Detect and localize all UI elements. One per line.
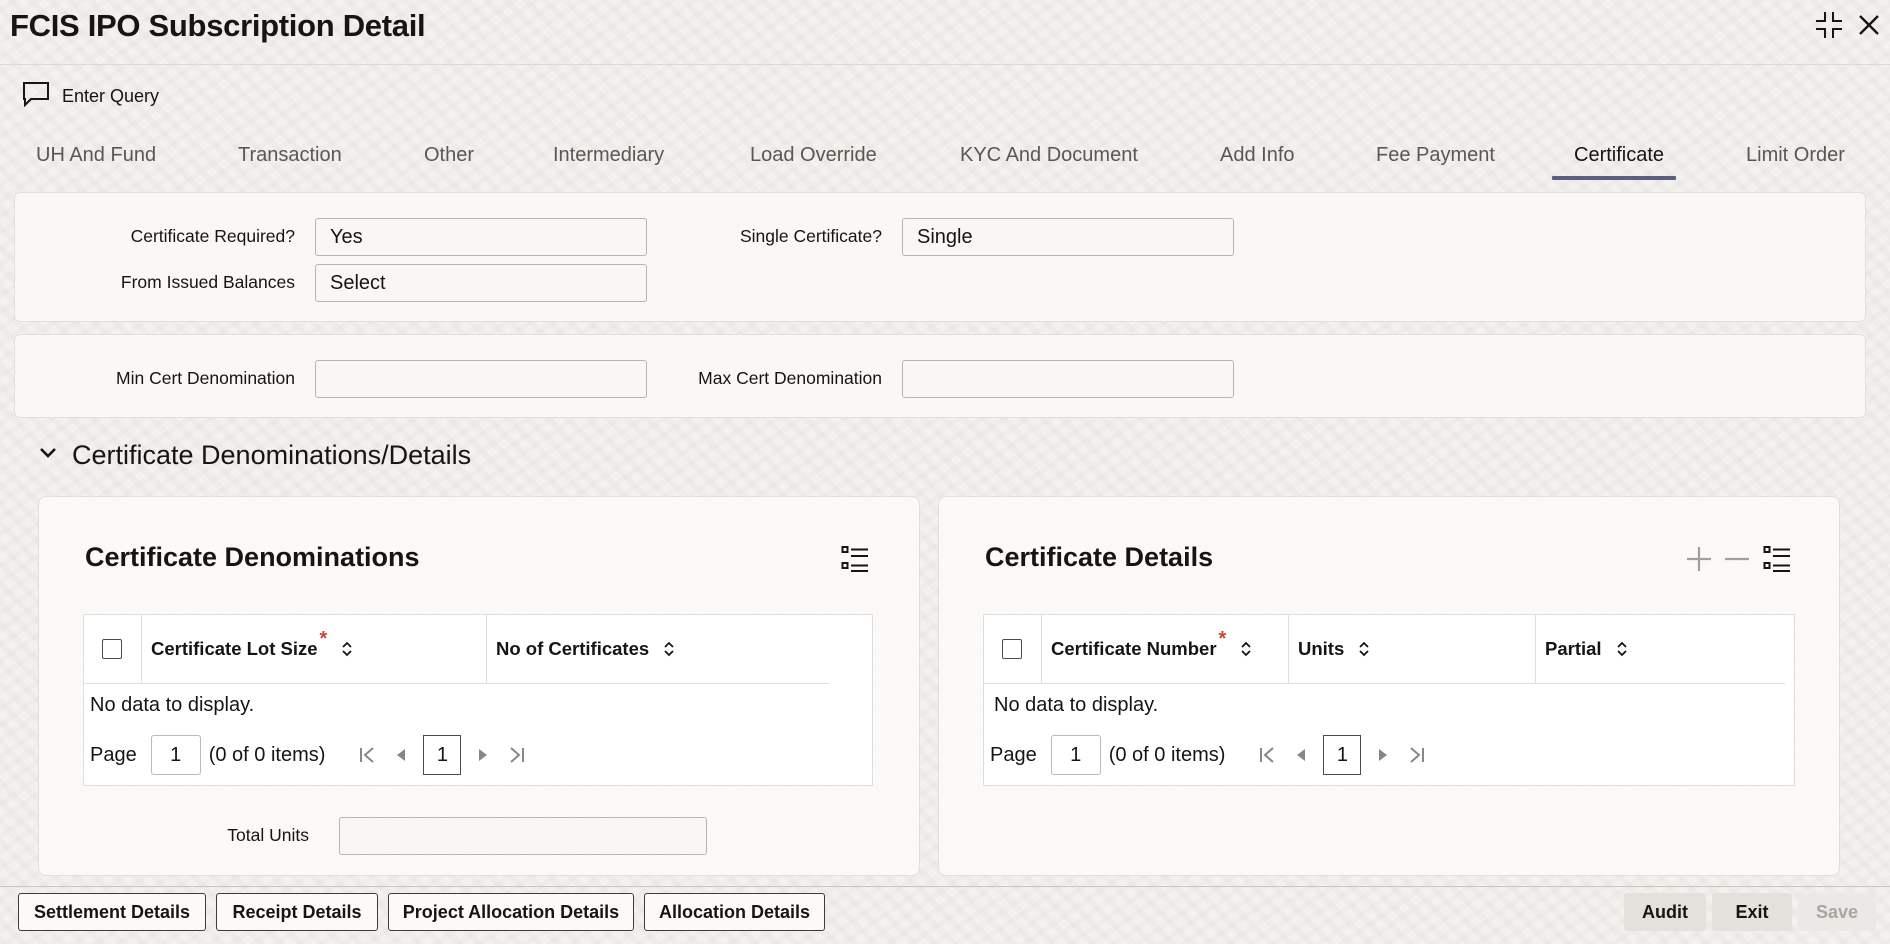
chevron-down-icon: [38, 446, 58, 465]
from-issued-balances-field[interactable]: Select: [315, 264, 647, 302]
receipt-details-button[interactable]: Receipt Details: [216, 893, 378, 931]
title-divider: [0, 64, 1890, 65]
section-toggle[interactable]: Certificate Denominations/Details: [38, 440, 471, 471]
sort-icon: [663, 640, 675, 658]
page-title: FCIS IPO Subscription Detail: [10, 8, 426, 43]
column-header-no-of-certificates[interactable]: No of Certificates: [496, 615, 675, 683]
no-data-message: No data to display.: [994, 694, 1159, 716]
add-row-icon[interactable]: [1685, 545, 1713, 578]
column-label: Partial: [1545, 638, 1602, 659]
page-number-input[interactable]: 1: [1050, 735, 1101, 775]
certificate-options-panel: Certificate Required? Yes Single Certifi…: [14, 192, 1866, 322]
no-data-message: No data to display.: [90, 694, 255, 716]
delete-row-icon[interactable]: [1723, 545, 1751, 578]
column-divider: [486, 615, 487, 683]
header-divider: [84, 683, 829, 684]
certificate-required-field[interactable]: Yes: [315, 218, 647, 256]
single-certificate-field[interactable]: Single: [902, 218, 1234, 256]
current-page[interactable]: 1: [1323, 735, 1362, 775]
current-page[interactable]: 1: [423, 735, 462, 775]
last-page-icon[interactable]: [1405, 735, 1429, 775]
single-certificate-label: Single Certificate?: [739, 226, 882, 246]
certificate-denominations-panel: Certificate Denominations Certificate Lo…: [38, 496, 920, 876]
column-header-certificate-number[interactable]: Certificate Number *: [1051, 615, 1252, 683]
max-cert-denomination-input[interactable]: [902, 360, 1234, 398]
next-page-icon[interactable]: [1371, 735, 1395, 775]
tab-add-info[interactable]: Add Info: [1220, 138, 1295, 182]
tab-fee-payment[interactable]: Fee Payment: [1376, 138, 1495, 182]
column-header-lot-size[interactable]: Certificate Lot Size *: [151, 615, 353, 683]
close-icon[interactable]: [1852, 8, 1886, 42]
column-label: No of Certificates: [496, 638, 650, 659]
tab-limit-order[interactable]: Limit Order: [1746, 138, 1845, 182]
column-settings-icon[interactable]: [841, 545, 869, 578]
footer-divider: [0, 886, 1890, 887]
next-page-icon[interactable]: [471, 735, 495, 775]
column-header-partial[interactable]: Partial: [1545, 615, 1628, 683]
column-label: Certificate Lot Size: [151, 638, 318, 659]
page-label: Page: [990, 743, 1037, 766]
column-divider: [141, 615, 142, 683]
tab-intermediary[interactable]: Intermediary: [553, 138, 664, 182]
tab-uh-and-fund[interactable]: UH And Fund: [36, 138, 156, 182]
items-info: (0 of 0 items): [1108, 743, 1226, 766]
enter-query-button[interactable]: Enter Query: [22, 80, 159, 112]
column-label: Units: [1298, 638, 1345, 659]
column-divider: [1041, 615, 1042, 683]
max-cert-denomination-label: Max Cert Denomination: [698, 368, 882, 388]
tab-transaction[interactable]: Transaction: [238, 138, 342, 182]
tab-kyc-and-document[interactable]: KYC And Document: [960, 138, 1138, 182]
pagination: Page 1 (0 of 0 items) 1: [990, 735, 1429, 775]
certificate-details-title: Certificate Details: [985, 542, 1214, 572]
denominations-table: Certificate Lot Size * No of Certificates…: [83, 614, 873, 786]
column-header-units[interactable]: Units: [1298, 615, 1370, 683]
tab-load-override[interactable]: Load Override: [750, 138, 877, 182]
certificate-details-panel: Certificate Details Certificate Number * …: [938, 496, 1840, 876]
column-label: Certificate Number: [1051, 638, 1217, 659]
tab-other[interactable]: Other: [424, 138, 474, 182]
denomination-range-panel: Min Cert Denomination Max Cert Denominat…: [14, 334, 1866, 418]
previous-page-icon[interactable]: [1289, 735, 1313, 775]
header-divider: [984, 683, 1785, 684]
select-all-checkbox[interactable]: [102, 615, 122, 683]
certificate-required-label: Certificate Required?: [130, 226, 295, 246]
minimize-icon[interactable]: [1812, 8, 1846, 42]
audit-button[interactable]: Audit: [1624, 893, 1706, 931]
required-asterisk: *: [1218, 627, 1227, 650]
enter-query-label: Enter Query: [62, 85, 160, 106]
items-info: (0 of 0 items): [208, 743, 326, 766]
tab-certificate[interactable]: Certificate: [1551, 138, 1677, 182]
min-cert-denomination-input[interactable]: [315, 360, 647, 398]
settlement-details-button[interactable]: Settlement Details: [18, 893, 206, 931]
sort-icon: [1358, 640, 1370, 658]
comment-icon: [22, 81, 50, 112]
last-page-icon[interactable]: [505, 735, 529, 775]
required-asterisk: *: [319, 627, 328, 650]
previous-page-icon[interactable]: [389, 735, 413, 775]
first-page-icon[interactable]: [355, 735, 379, 775]
first-page-icon[interactable]: [1255, 735, 1279, 775]
total-units-field[interactable]: [339, 817, 707, 855]
page-label: Page: [90, 743, 137, 766]
column-settings-icon[interactable]: [1763, 545, 1791, 578]
page-number-input[interactable]: 1: [150, 735, 201, 775]
project-allocation-details-button[interactable]: Project Allocation Details: [388, 893, 634, 931]
select-all-checkbox[interactable]: [1002, 615, 1022, 683]
save-button[interactable]: Save: [1798, 893, 1876, 931]
sort-icon: [341, 640, 353, 658]
certificate-denominations-title: Certificate Denominations: [85, 542, 420, 572]
details-table: Certificate Number * Units Partial No dat…: [983, 614, 1795, 786]
sort-icon: [1616, 640, 1628, 658]
section-title: Certificate Denominations/Details: [72, 440, 472, 470]
tab-bar: UH And Fund Transaction Other Intermedia…: [0, 138, 1890, 182]
exit-button[interactable]: Exit: [1712, 893, 1792, 931]
column-divider: [1535, 615, 1536, 683]
column-divider: [1288, 615, 1289, 683]
min-cert-denomination-label: Min Cert Denomination: [116, 368, 295, 388]
from-issued-balances-label: From Issued Balances: [120, 272, 295, 292]
sort-icon: [1240, 640, 1252, 658]
allocation-details-button[interactable]: Allocation Details: [644, 893, 825, 931]
pagination: Page 1 (0 of 0 items) 1: [90, 735, 529, 775]
total-units-label: Total Units: [227, 825, 309, 845]
